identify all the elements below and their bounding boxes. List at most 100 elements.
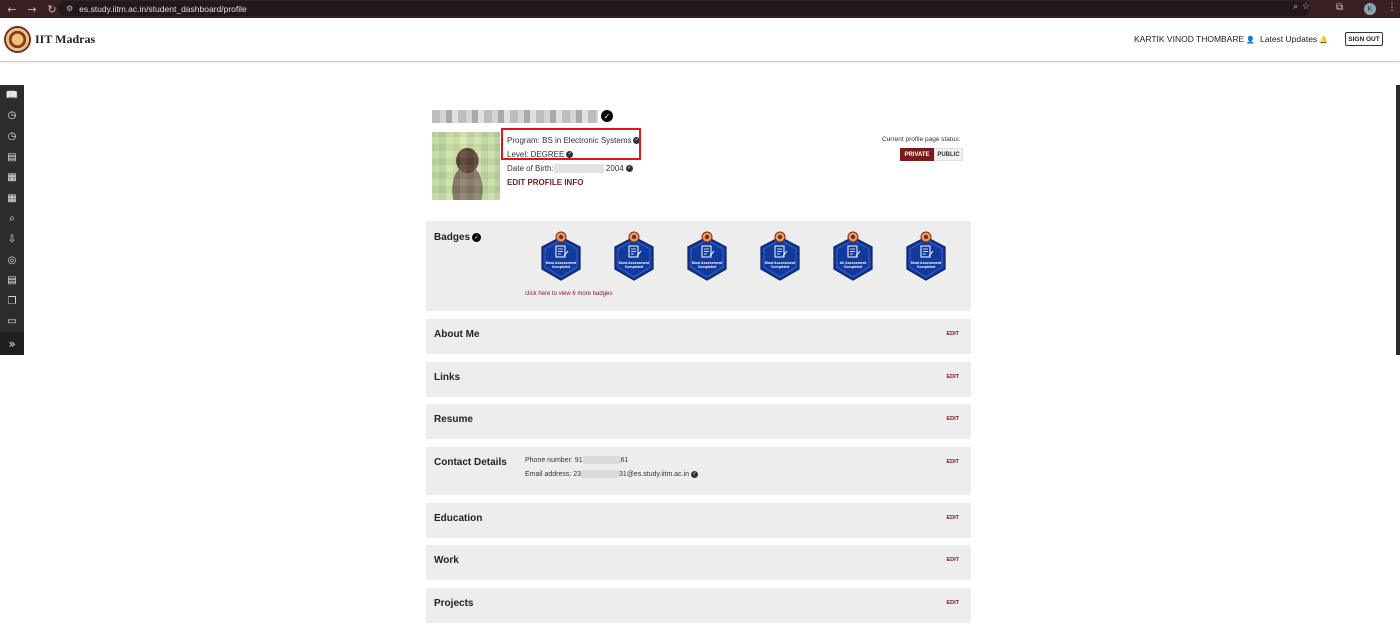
education-section: Education EDIT xyxy=(426,503,971,538)
education-title: Education xyxy=(434,513,483,524)
back-icon[interactable]: ← xyxy=(4,1,20,17)
badge-item[interactable]: Most Assessment Completed xyxy=(685,231,729,281)
badge-item[interactable]: Most Assessment Completed xyxy=(758,231,802,281)
badges-title: Badges ✓ xyxy=(434,232,482,243)
contact-details-edit-button[interactable]: EDIT xyxy=(946,459,959,465)
badge-label: All Assessment Completed xyxy=(839,261,867,269)
left-sidebar: 📖 ◷ ◷ ▤ ▦ ▦ ⌕ ⇩ ◎ ▤ ❐ ▭ » xyxy=(0,85,24,356)
zoom-icon[interactable]: ⌕ xyxy=(1293,2,1298,12)
verified-check-icon: ✓ xyxy=(601,110,613,122)
badges-section: Badges ✓ Most Assessment Completed Most As… xyxy=(426,221,971,311)
blurred-student-name xyxy=(432,110,598,123)
badge-hexagon-icon xyxy=(906,231,946,281)
sidebar-chat-icon[interactable]: ▭ xyxy=(0,312,24,333)
phone-label: Phone number: 91 xyxy=(525,456,583,464)
sidebar-history-2-icon[interactable]: ◷ xyxy=(0,126,24,147)
resume-edit-button[interactable]: EDIT xyxy=(946,416,959,422)
user-icon: 👤 xyxy=(1246,36,1255,44)
contact-details-section: Contact Details Phone number: 91 61 Email… xyxy=(426,447,971,495)
sidebar-download-icon[interactable]: ⇩ xyxy=(0,229,24,250)
browser-toolbar: ← → ↻ ⚙ es.study.iitm.ac.in/student_dash… xyxy=(0,0,1400,18)
sidebar-certificate-icon[interactable]: ◎ xyxy=(0,250,24,271)
profile-photo xyxy=(432,132,500,200)
phone-tail: 61 xyxy=(620,456,629,464)
bell-icon: 🔔 xyxy=(1319,36,1328,44)
browser-menu-icon[interactable]: ⋮ xyxy=(1387,2,1397,13)
badge-hexagon-icon xyxy=(833,231,873,281)
links-section: Links EDIT xyxy=(426,362,971,397)
edit-profile-info-link[interactable]: EDIT PROFILE INFO xyxy=(507,178,583,187)
badges-verified-icon: ✓ xyxy=(472,232,482,242)
right-edge-bar xyxy=(1396,85,1400,355)
highlight-annotation-box xyxy=(501,128,641,160)
latest-updates-label: Latest Updates xyxy=(1260,34,1318,44)
resume-title: Resume xyxy=(434,414,473,425)
sidebar-calendar-icon[interactable]: ▦ xyxy=(0,167,24,188)
url-text: es.study.iitm.ac.in/student_dashboard/pr… xyxy=(79,3,247,14)
sidebar-notes-icon[interactable]: ▤ xyxy=(0,270,24,291)
badge-hexagon-icon xyxy=(760,231,800,281)
user-name-label: KARTIK VINOD THOMBARE xyxy=(1134,34,1245,44)
badge-label: Most Assessment Completed xyxy=(764,261,796,269)
private-toggle-button[interactable]: PRIVATE xyxy=(900,148,934,161)
badge-hexagon-icon xyxy=(687,231,727,281)
projects-title: Projects xyxy=(434,598,474,609)
user-menu[interactable]: KARTIK VINOD THOMBARE 👤 xyxy=(1134,34,1255,44)
dob-label: Date of Birth: xyxy=(507,164,554,173)
sign-out-button[interactable]: SIGN OUT xyxy=(1345,32,1383,46)
links-edit-button[interactable]: EDIT xyxy=(946,374,959,380)
brand-title[interactable]: IIT Madras xyxy=(35,32,95,47)
browser-profile-avatar[interactable]: K xyxy=(1364,3,1376,15)
resume-section: Resume EDIT xyxy=(426,404,971,439)
badge-item[interactable]: All Assessment Completed xyxy=(831,231,875,281)
contact-details-title: Contact Details xyxy=(434,457,507,468)
sidebar-history-icon[interactable]: ◷ xyxy=(0,106,24,127)
badge-label: Most Assessment Completed xyxy=(545,261,577,269)
badge-item[interactable]: Most Assessment Completed xyxy=(904,231,948,281)
view-more-badges-link[interactable]: click here to view 6 more badges xyxy=(525,291,612,297)
about-me-title: About Me xyxy=(434,329,480,340)
forward-icon[interactable]: → xyxy=(24,1,40,17)
sidebar-search-icon[interactable]: ⌕ xyxy=(0,209,24,230)
links-title: Links xyxy=(434,372,461,383)
dob-line: Date of Birth: 2004 ✓ xyxy=(507,164,633,174)
about-me-section: About Me EDIT xyxy=(426,319,971,354)
email-line: Email address: 23 31@es.study.iitm.ac.in ✓ xyxy=(525,470,699,478)
sidebar-document-icon[interactable]: ▤ xyxy=(0,147,24,168)
about-me-edit-button[interactable]: EDIT xyxy=(946,331,959,337)
bookmark-star-icon[interactable]: ☆ xyxy=(1302,2,1310,12)
projects-edit-button[interactable]: EDIT xyxy=(946,600,959,606)
badges-title-text: Badges xyxy=(434,232,471,243)
work-title: Work xyxy=(434,555,459,566)
email-label: Email address: 23 xyxy=(525,470,582,478)
dob-redacted xyxy=(553,164,604,174)
site-info-icon[interactable]: ⚙ xyxy=(66,4,73,13)
address-bar[interactable]: ⚙ es.study.iitm.ac.in/student_dashboard/… xyxy=(58,1,1310,16)
badge-hexagon-icon xyxy=(541,231,581,281)
dob-verified-icon: ✓ xyxy=(625,165,633,173)
sidebar-courses-icon[interactable]: 📖 xyxy=(0,85,24,106)
sidebar-schedule-icon[interactable]: ▦ xyxy=(0,188,24,209)
sidebar-expand-icon[interactable]: » xyxy=(0,332,24,356)
public-toggle-button[interactable]: PUBLIC xyxy=(934,148,963,161)
profile-status-label: Current profile page status: xyxy=(882,136,961,143)
email-tail: 31@es.study.iitm.ac.in xyxy=(619,470,690,478)
work-edit-button[interactable]: EDIT xyxy=(946,557,959,563)
extensions-icon[interactable]: ⧉ xyxy=(1336,2,1343,13)
phone-redacted xyxy=(582,456,621,464)
projects-section: Projects EDIT xyxy=(426,588,971,623)
badge-item[interactable]: Most Assessment Completed xyxy=(612,231,656,281)
badge-label: Most Assessment Completed xyxy=(618,261,650,269)
latest-updates-link[interactable]: Latest Updates 🔔 xyxy=(1260,34,1328,44)
sidebar-files-icon[interactable]: ❐ xyxy=(0,291,24,312)
dob-year: 2004 xyxy=(605,164,624,173)
email-verified-icon: ✓ xyxy=(691,470,699,478)
work-section: Work EDIT xyxy=(426,545,971,580)
app-header: IIT Madras KARTIK VINOD THOMBARE 👤 Latest… xyxy=(0,18,1400,62)
iitm-logo[interactable] xyxy=(4,26,31,53)
badge-item[interactable]: Most Assessment Completed xyxy=(539,231,583,281)
badge-hexagon-icon xyxy=(614,231,654,281)
education-edit-button[interactable]: EDIT xyxy=(946,515,959,521)
email-redacted xyxy=(581,470,620,478)
phone-number-line: Phone number: 91 61 xyxy=(525,456,628,464)
